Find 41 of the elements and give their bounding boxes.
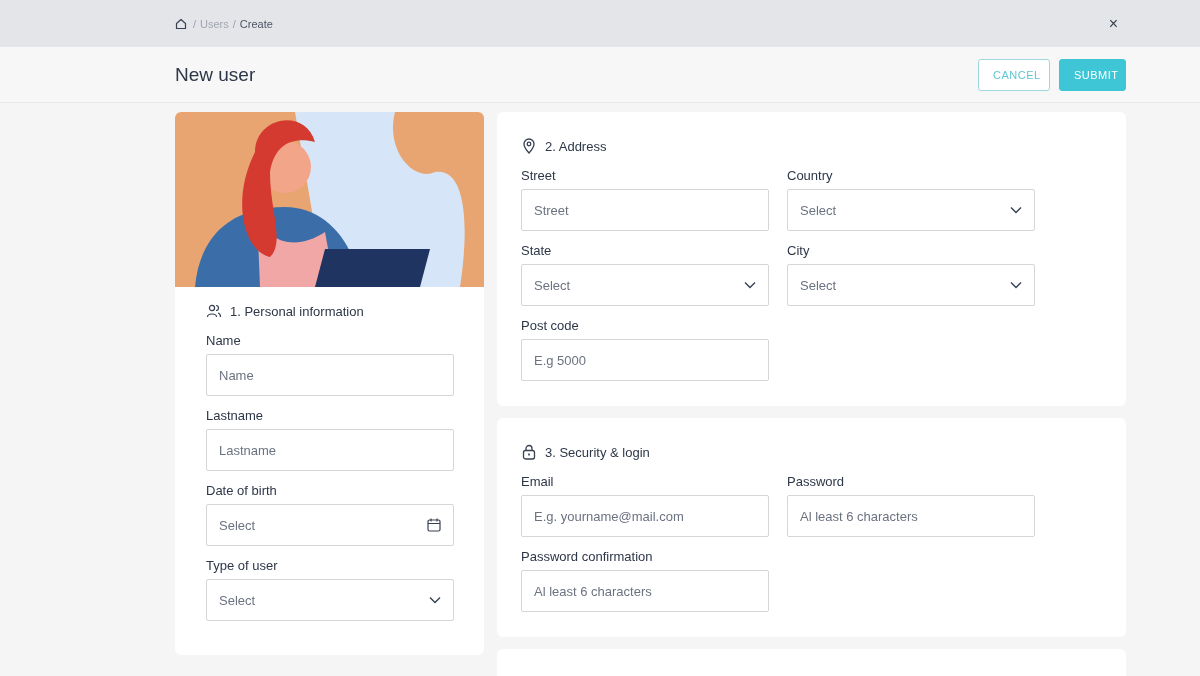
- select-dropdown[interactable]: Select: [206, 579, 454, 621]
- field-label: Email: [521, 474, 555, 489]
- select-dropdown[interactable]: Select: [521, 264, 769, 306]
- location-pin-icon: [521, 138, 537, 154]
- field-label: Password confirmation: [521, 549, 654, 564]
- chevron-down-icon: [1010, 281, 1022, 289]
- chevron-down-icon: [1010, 206, 1022, 214]
- text-field[interactable]: Name: [206, 354, 454, 396]
- text-field[interactable]: Street: [521, 189, 769, 231]
- text-field[interactable]: Lastname: [206, 429, 454, 471]
- field-label: Password: [787, 474, 846, 489]
- section-title: 2. Address: [545, 138, 607, 154]
- field-label: City: [787, 243, 811, 258]
- breadcrumb-separator: /: [232, 17, 236, 30]
- section-title: 1. Personal information: [230, 303, 364, 319]
- text-field[interactable]: E.g 5000: [521, 339, 769, 381]
- breadcrumb-separator: /: [193, 17, 197, 30]
- field-label: Type of user: [206, 558, 279, 573]
- text-field[interactable]: Al least 6 characters: [521, 570, 769, 612]
- calendar-icon: [427, 518, 441, 532]
- field-label: Lastname: [206, 408, 265, 423]
- select-dropdown[interactable]: Select: [787, 264, 1035, 306]
- select-dropdown[interactable]: Select: [787, 189, 1035, 231]
- field-label: Country: [787, 168, 834, 183]
- field-label: Name: [206, 333, 242, 348]
- chevron-down-icon: [744, 281, 756, 289]
- breadcrumb-link[interactable]: Create: [239, 17, 273, 30]
- field-label: Date of birth: [206, 483, 278, 498]
- chevron-down-icon: [429, 596, 441, 604]
- close-button[interactable]: ×: [1104, 14, 1122, 33]
- field-label: State: [521, 243, 553, 258]
- text-field[interactable]: Al least 6 characters: [787, 495, 1035, 537]
- page-title: New user: [175, 63, 256, 86]
- section-title: 3. Security & login: [545, 444, 650, 460]
- field-label: Post code: [521, 318, 580, 333]
- lock-icon: [521, 444, 537, 460]
- home-icon[interactable]: [175, 17, 187, 30]
- text-field[interactable]: E.g. yourname@mail.com: [521, 495, 769, 537]
- users-icon: [206, 303, 222, 319]
- date-field[interactable]: Select: [206, 504, 454, 546]
- field-label: Street: [521, 168, 557, 183]
